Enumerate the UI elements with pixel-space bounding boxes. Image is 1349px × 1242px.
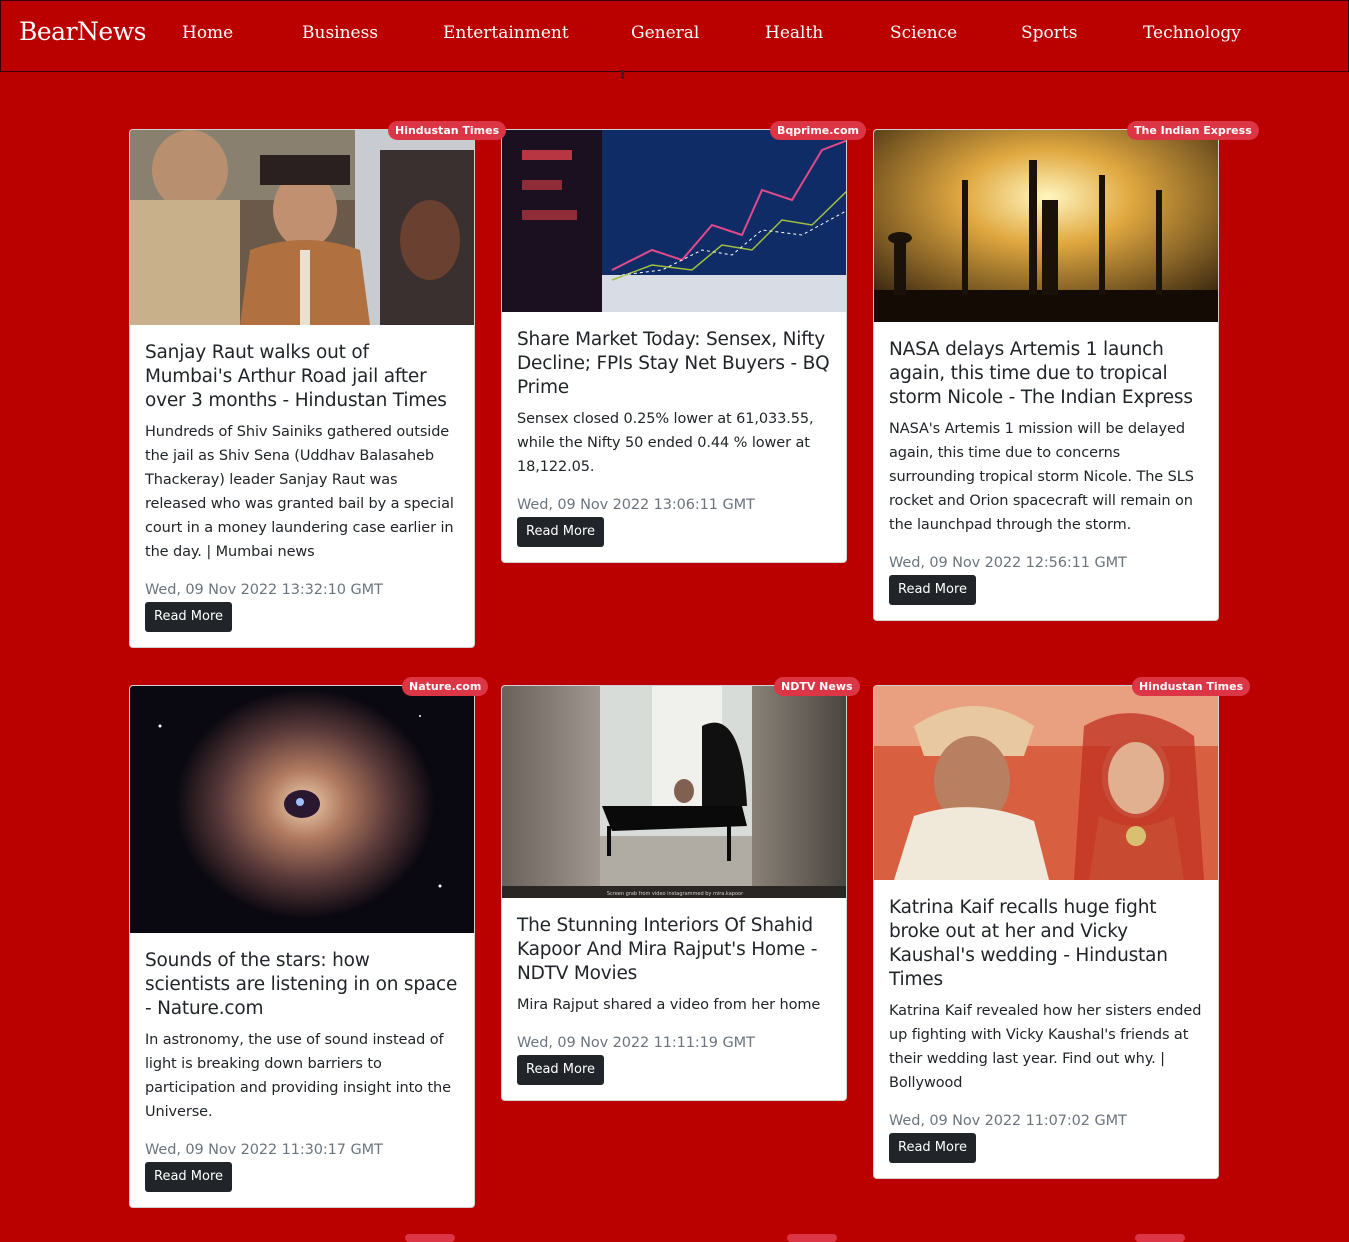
read-more-button[interactable]: Read More (889, 1133, 977, 1163)
article-description: NASA's Artemis 1 mission will be delayed… (889, 421, 1194, 533)
nav-health[interactable]: Health (765, 23, 823, 43)
nav-entertainment[interactable]: Entertainment (443, 23, 569, 43)
read-more-button[interactable]: Read More (517, 1055, 605, 1085)
next-card-badge (405, 1234, 455, 1242)
article-description: Sensex closed 0.25% lower at 61,033.55, … (517, 411, 814, 475)
news-image (130, 686, 474, 933)
nav-general[interactable]: General (631, 23, 699, 43)
news-card: The Indian Express NASA delays Artemis 1… (873, 121, 1259, 621)
article-title: Sanjay Raut walks out of Mumbai's Arthur… (145, 342, 447, 411)
brand-logo[interactable]: BearNews (19, 17, 146, 46)
news-card: NDTV News Screen grab from video instagr… (501, 677, 860, 1101)
nav-home[interactable]: Home (182, 23, 233, 43)
nav-science[interactable]: Science (890, 23, 957, 43)
article-title: Share Market Today: Sensex, Nifty Declin… (517, 329, 830, 398)
article-date: Wed, 09 Nov 2022 11:11:19 GMT (517, 1035, 755, 1051)
news-image: Screen grab from video instagrammed by m… (502, 686, 846, 898)
read-more-button[interactable]: Read More (145, 1162, 233, 1192)
source-badge: The Indian Express (1127, 121, 1259, 140)
article-description: In astronomy, the use of sound instead o… (145, 1032, 451, 1120)
news-card: Bqprime.com Share Market Today: Sensex, … (501, 121, 866, 563)
news-image (130, 130, 474, 325)
article-date: Wed, 09 Nov 2022 13:32:10 GMT (145, 582, 383, 598)
source-badge: Hindustan Times (1132, 677, 1251, 696)
image-caption: Screen grab from video instagrammed by m… (607, 891, 744, 897)
article-title: Sounds of the stars: how scientists are … (145, 950, 458, 1019)
source-badge: Hindustan Times (388, 121, 507, 140)
article-title: The Stunning Interiors Of Shahid Kapoor … (517, 915, 818, 984)
article-date: Wed, 09 Nov 2022 11:07:02 GMT (889, 1113, 1127, 1129)
source-badge: NDTV News (774, 677, 860, 696)
nav-business[interactable]: Business (302, 23, 378, 43)
article-date: Wed, 09 Nov 2022 11:30:17 GMT (145, 1142, 383, 1158)
article-title: NASA delays Artemis 1 launch again, this… (889, 339, 1193, 408)
news-card: Nature.com Sounds of the stars: how scie… (129, 677, 489, 1208)
nav-sports[interactable]: Sports (1021, 23, 1077, 43)
article-title: Katrina Kaif recalls huge fight broke ou… (889, 897, 1168, 990)
news-card: Hindustan Times Katrina Kaif recalls hug… (873, 677, 1251, 1179)
news-image (874, 686, 1218, 880)
news-image (874, 130, 1218, 322)
source-badge: Bqprime.com (770, 121, 866, 140)
nav-technology[interactable]: Technology (1143, 23, 1241, 43)
article-description: Katrina Kaif revealed how her sisters en… (889, 1003, 1202, 1091)
read-more-button[interactable]: Read More (517, 517, 605, 547)
next-card-badge (1135, 1234, 1185, 1242)
next-card-badge (787, 1234, 837, 1242)
news-card: Hindustan Times Sanjay Raut walks out of… (129, 121, 507, 648)
article-date: Wed, 09 Nov 2022 13:06:11 GMT (517, 497, 755, 513)
source-badge: Nature.com (402, 677, 489, 696)
read-more-button[interactable]: Read More (889, 575, 977, 605)
article-date: Wed, 09 Nov 2022 12:56:11 GMT (889, 555, 1127, 571)
read-more-button[interactable]: Read More (145, 602, 233, 632)
article-description: Mira Rajput shared a video from her home (517, 997, 821, 1013)
navbar: BearNews Home Business Entertainment Gen… (0, 0, 1349, 72)
article-description: Hundreds of Shiv Sainiks gathered outsid… (145, 424, 454, 560)
news-image (502, 130, 846, 312)
loading-spinner (621, 70, 624, 79)
